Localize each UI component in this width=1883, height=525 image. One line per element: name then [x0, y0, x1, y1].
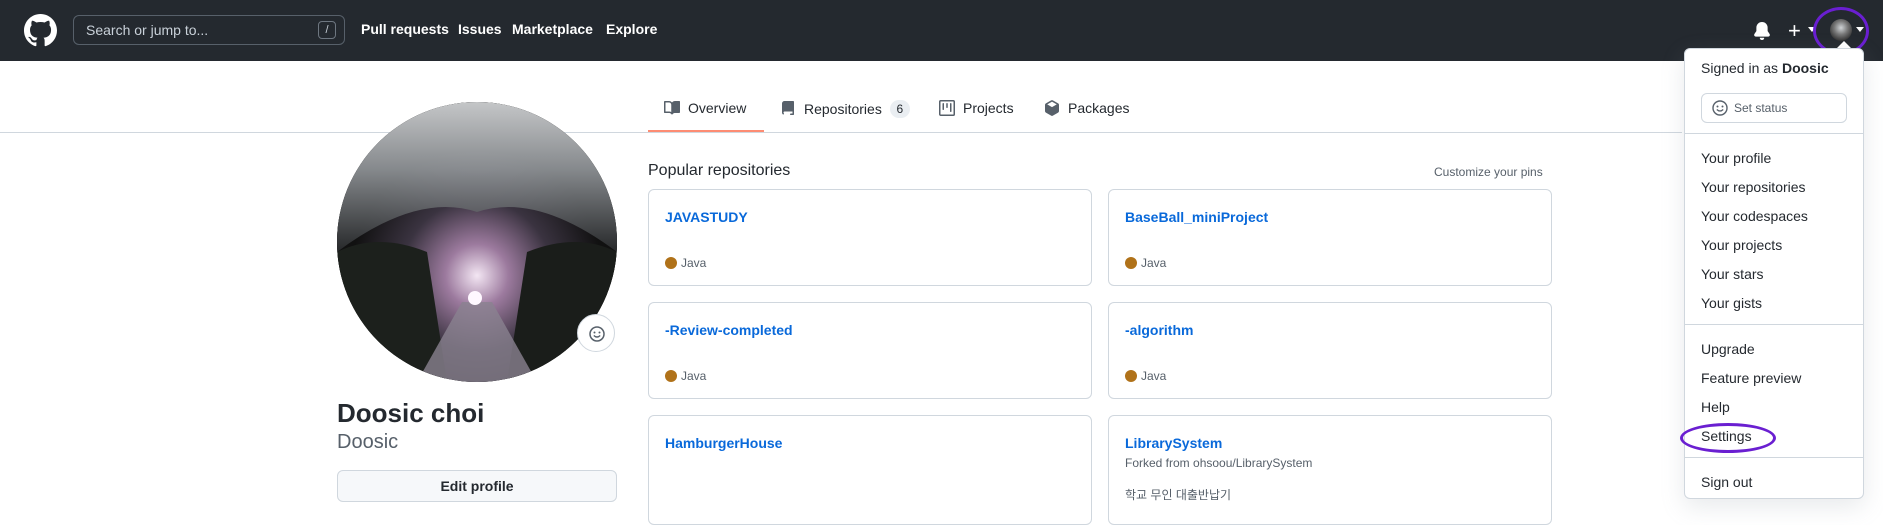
menu-item-your-stars[interactable]: Your stars	[1701, 266, 1764, 282]
repo-link[interactable]: LibrarySystem	[1125, 435, 1222, 451]
search-placeholder: Search or jump to...	[86, 22, 209, 38]
repo-card: JAVASTUDY Java	[648, 189, 1092, 286]
set-status-button[interactable]: Set status	[1701, 93, 1847, 123]
edit-profile-button[interactable]: Edit profile	[337, 470, 617, 502]
menu-item-your-gists[interactable]: Your gists	[1701, 295, 1762, 311]
menu-item-your-projects[interactable]: Your projects	[1701, 237, 1782, 253]
signed-in-prefix: Signed in as	[1701, 60, 1779, 76]
repo-card: -algorithm Java	[1108, 302, 1552, 399]
smiley-icon	[1712, 100, 1728, 116]
repo-card: -Review-completed Java	[648, 302, 1092, 399]
language-label: Java	[681, 256, 707, 270]
language-label: Java	[1141, 256, 1167, 270]
language-color-dot	[1125, 370, 1137, 382]
nav-issues[interactable]: Issues	[458, 21, 502, 37]
repo-language: Java	[1125, 256, 1166, 270]
repo-language: Java	[665, 369, 706, 383]
menu-item-feature-preview[interactable]: Feature preview	[1701, 370, 1801, 386]
plus-icon[interactable]: +	[1788, 18, 1801, 44]
menu-divider	[1685, 133, 1863, 134]
repo-language: Java	[665, 256, 706, 270]
slash-shortcut-badge: /	[318, 21, 336, 39]
menu-item-sign-out[interactable]: Sign out	[1701, 474, 1752, 490]
nav-pull-requests[interactable]: Pull requests	[361, 21, 449, 37]
bell-icon[interactable]	[1753, 21, 1771, 41]
profile-username: Doosic	[337, 431, 399, 453]
language-label: Java	[1141, 369, 1167, 383]
tab-repositories-label: Repositories	[804, 101, 882, 117]
tab-projects-label: Projects	[963, 100, 1014, 116]
project-icon	[939, 100, 955, 116]
top-header: Search or jump to... / Pull requests Iss…	[0, 0, 1883, 61]
github-logo-icon[interactable]	[24, 14, 57, 47]
tab-projects[interactable]: Projects	[939, 100, 1014, 116]
tab-overview-label: Overview	[688, 100, 747, 116]
tab-bar-divider	[0, 132, 1682, 133]
nav-marketplace[interactable]: Marketplace	[512, 21, 593, 37]
package-icon	[1045, 100, 1059, 116]
repo-icon	[782, 101, 794, 115]
repo-link[interactable]: JAVASTUDY	[665, 209, 748, 225]
set-status-label: Set status	[1734, 101, 1788, 115]
signed-in-username: Doosic	[1781, 60, 1829, 76]
repo-language: Java	[1125, 369, 1166, 383]
repo-link[interactable]: -Review-completed	[665, 322, 793, 338]
language-color-dot	[1125, 257, 1137, 269]
language-color-dot	[665, 370, 677, 382]
annotation-circle-settings	[1680, 423, 1776, 453]
tab-overview[interactable]: Overview	[664, 100, 746, 116]
tab-packages-label: Packages	[1068, 100, 1130, 116]
language-color-dot	[665, 257, 677, 269]
menu-item-upgrade[interactable]: Upgrade	[1701, 341, 1755, 357]
search-input[interactable]: Search or jump to... /	[73, 15, 345, 45]
profile-avatar[interactable]	[337, 102, 617, 382]
set-status-emoji-button[interactable]	[577, 314, 615, 352]
repo-link[interactable]: BaseBall_miniProject	[1125, 209, 1268, 225]
signed-in-as-text: Signed in as Doosic	[1701, 60, 1829, 76]
repo-link[interactable]: -algorithm	[1125, 322, 1193, 338]
menu-item-your-repositories[interactable]: Your repositories	[1701, 179, 1806, 195]
tab-repositories[interactable]: Repositories 6	[780, 100, 910, 118]
cherry-blossom-path-image	[337, 102, 617, 382]
menu-divider	[1685, 324, 1863, 325]
menu-item-help[interactable]: Help	[1701, 399, 1730, 415]
popular-repositories-title: Popular repositories	[648, 162, 791, 179]
active-tab-underline	[648, 130, 764, 132]
repositories-count-badge: 6	[889, 100, 910, 118]
tab-packages[interactable]: Packages	[1044, 100, 1129, 116]
menu-divider	[1685, 457, 1863, 458]
menu-item-your-profile[interactable]: Your profile	[1701, 150, 1771, 166]
repo-card: BaseBall_miniProject Java	[1108, 189, 1552, 286]
nav-explore[interactable]: Explore	[606, 21, 657, 37]
repo-link[interactable]: HamburgerHouse	[665, 435, 782, 451]
book-icon	[664, 100, 680, 115]
forked-from-text: Forked from ohsoou/LibrarySystem	[1125, 456, 1313, 470]
smiley-icon	[589, 326, 605, 342]
menu-item-your-codespaces[interactable]: Your codespaces	[1701, 208, 1808, 224]
profile-full-name: Doosic choi	[337, 398, 485, 428]
customize-pins-link[interactable]: Customize your pins	[1434, 165, 1543, 179]
language-label: Java	[681, 369, 707, 383]
repo-description: 학교 무인 대출반납기	[1125, 488, 1232, 502]
